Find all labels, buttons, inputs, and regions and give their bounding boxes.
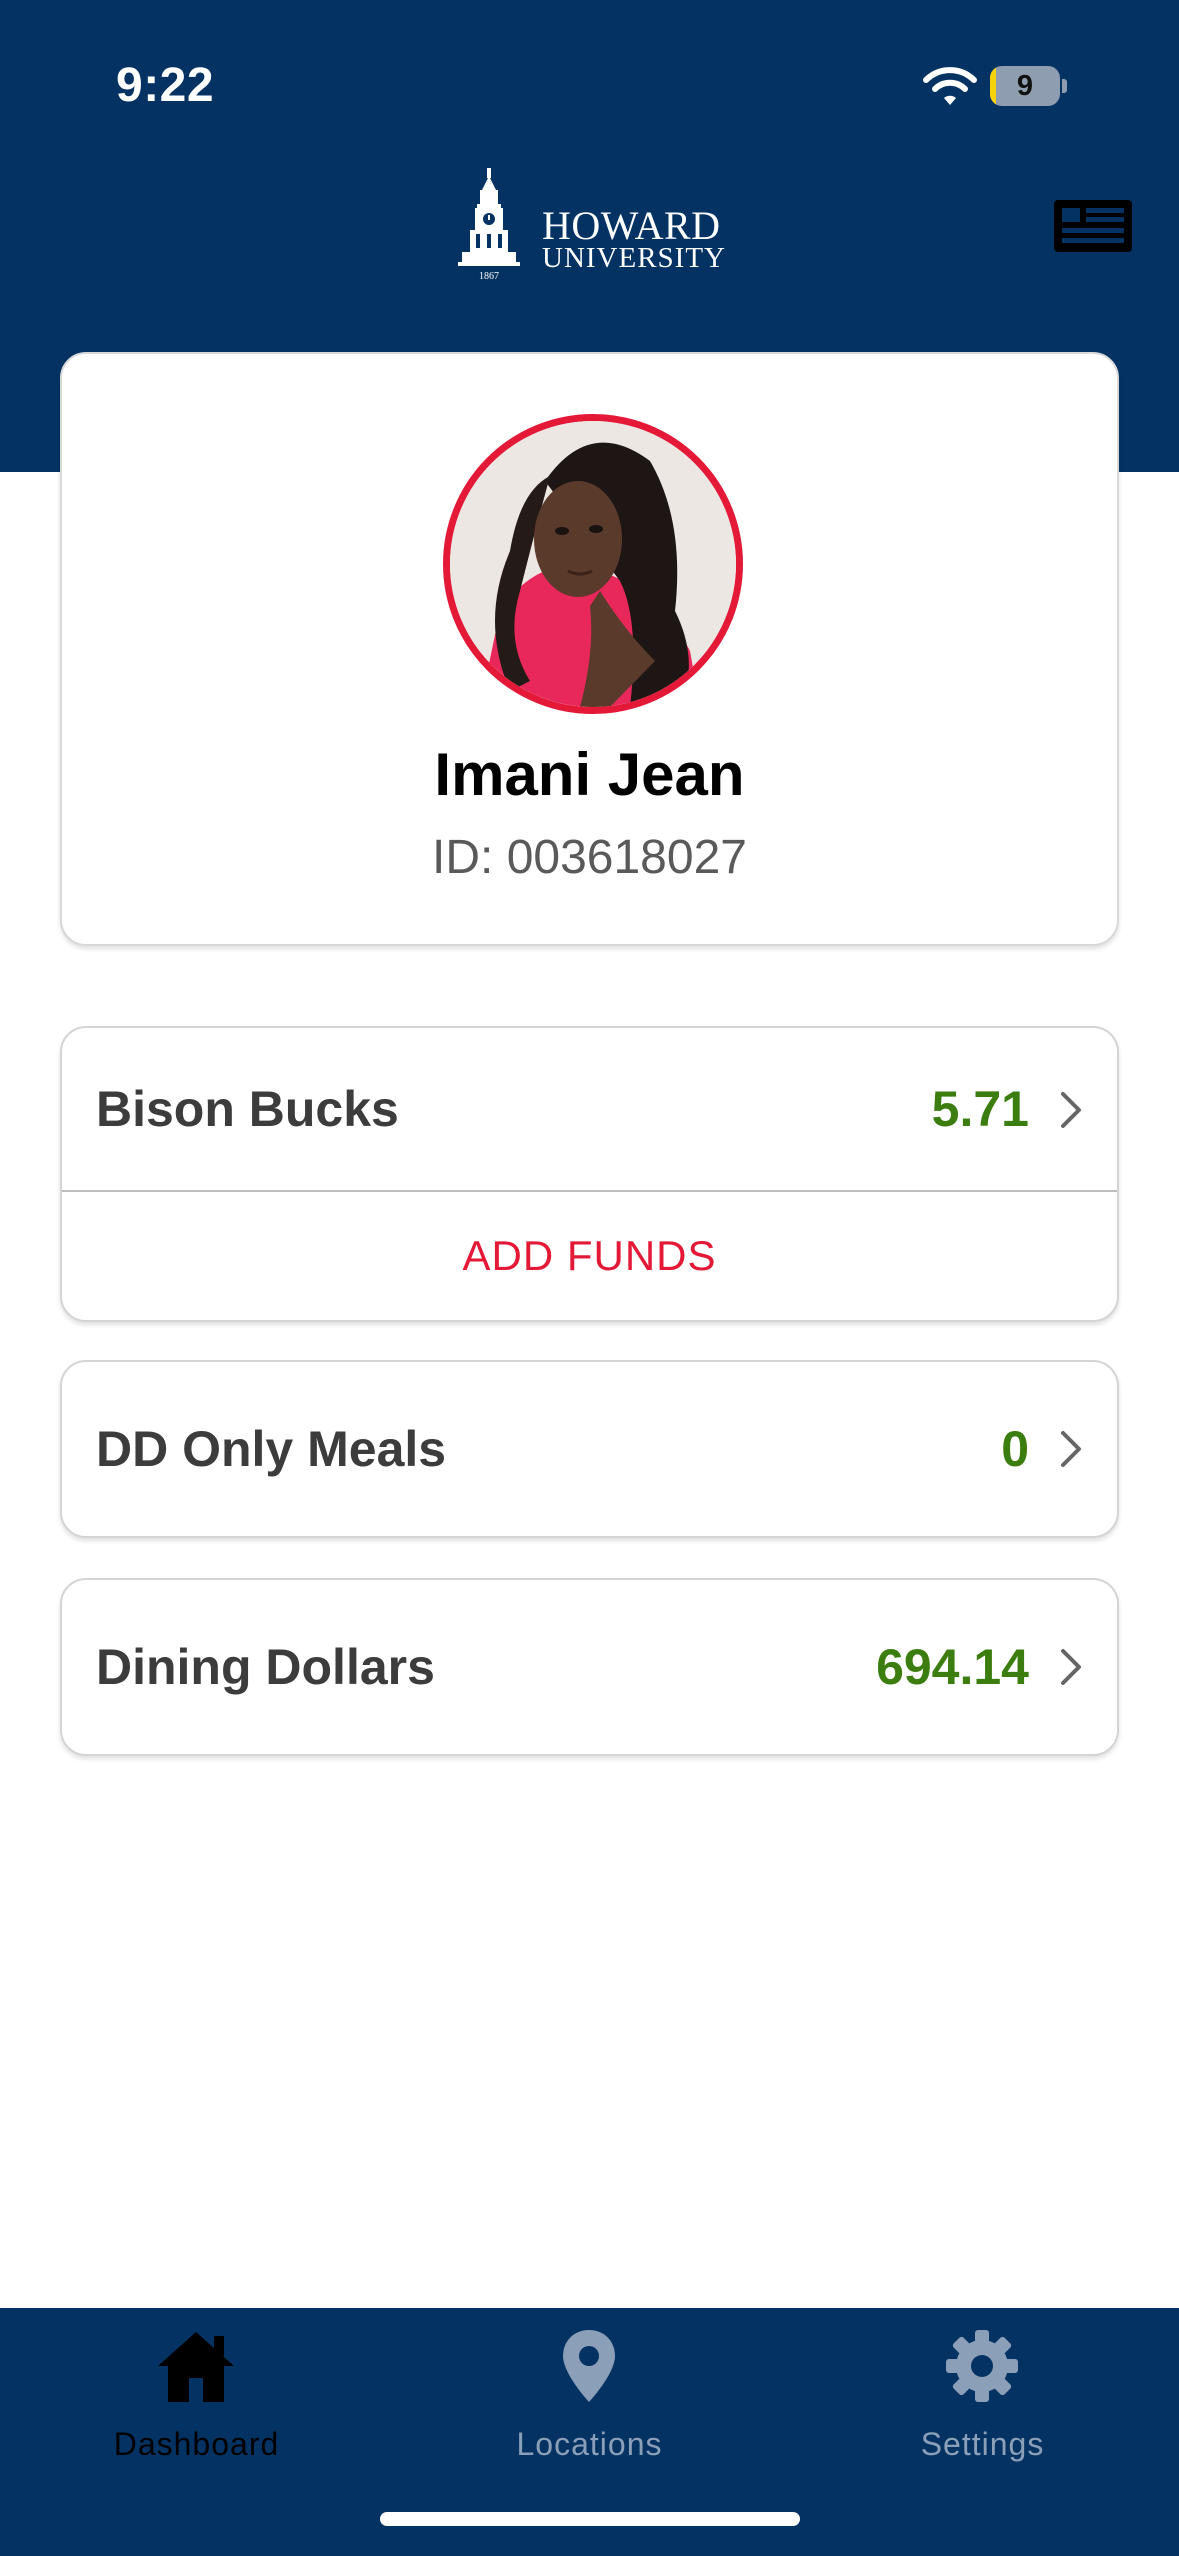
- chevron-right-icon: [1061, 1649, 1081, 1685]
- logo-text-university: UNIVERSITY: [542, 242, 726, 274]
- dd-only-meals-card[interactable]: DD Only Meals 0: [60, 1360, 1119, 1538]
- account-label: Bison Bucks: [96, 1081, 399, 1137]
- avatar: [443, 414, 743, 714]
- account-balance: 694.14: [876, 1639, 1029, 1695]
- tab-locations[interactable]: Locations: [393, 2308, 786, 2508]
- status-time: 9:22: [116, 59, 215, 112]
- profile-name: Imani Jean: [434, 741, 745, 808]
- wifi-icon: [923, 67, 977, 105]
- id-card-icon[interactable]: [1054, 198, 1132, 256]
- tab-label: Locations: [516, 2426, 663, 2462]
- profile-card: Imani Jean ID: 003618027: [60, 352, 1119, 946]
- home-indicator[interactable]: [380, 2512, 800, 2526]
- chevron-right-icon: [1061, 1092, 1081, 1128]
- clock-tower-logo-mark: 1867: [458, 168, 520, 282]
- avatar-photo: [450, 421, 736, 707]
- dining-dollars-row[interactable]: Dining Dollars 694.14: [62, 1580, 1117, 1754]
- home-icon: [158, 2332, 234, 2402]
- profile-id: ID: 003618027: [432, 831, 747, 884]
- account-balance: 5.71: [931, 1081, 1029, 1137]
- map-pin-icon: [563, 2330, 615, 2402]
- account-label: Dining Dollars: [96, 1639, 435, 1695]
- chevron-right-icon: [1061, 1431, 1081, 1467]
- battery-icon: 9: [990, 66, 1067, 106]
- tab-settings[interactable]: Settings: [786, 2308, 1179, 2508]
- tab-label: Settings: [920, 2426, 1045, 2462]
- bison-bucks-card: Bison Bucks 5.71 ADD FUNDS: [60, 1026, 1119, 1322]
- add-funds-button[interactable]: ADD FUNDS: [62, 1192, 1117, 1320]
- account-balance: 0: [1001, 1421, 1029, 1477]
- battery-level-text: 9: [1016, 70, 1034, 102]
- tab-dashboard[interactable]: Dashboard: [0, 2308, 393, 2508]
- account-label: DD Only Meals: [96, 1421, 447, 1477]
- dining-dollars-card[interactable]: Dining Dollars 694.14: [60, 1578, 1119, 1756]
- tab-label: Dashboard: [113, 2426, 280, 2462]
- dd-only-meals-row[interactable]: DD Only Meals 0: [62, 1362, 1117, 1536]
- gear-icon: [946, 2330, 1018, 2402]
- howard-university-logo: 1867 HOWARD UNIVERSITY: [458, 168, 738, 282]
- logo-year: 1867: [479, 271, 499, 282]
- bison-bucks-row[interactable]: Bison Bucks 5.71: [62, 1028, 1117, 1190]
